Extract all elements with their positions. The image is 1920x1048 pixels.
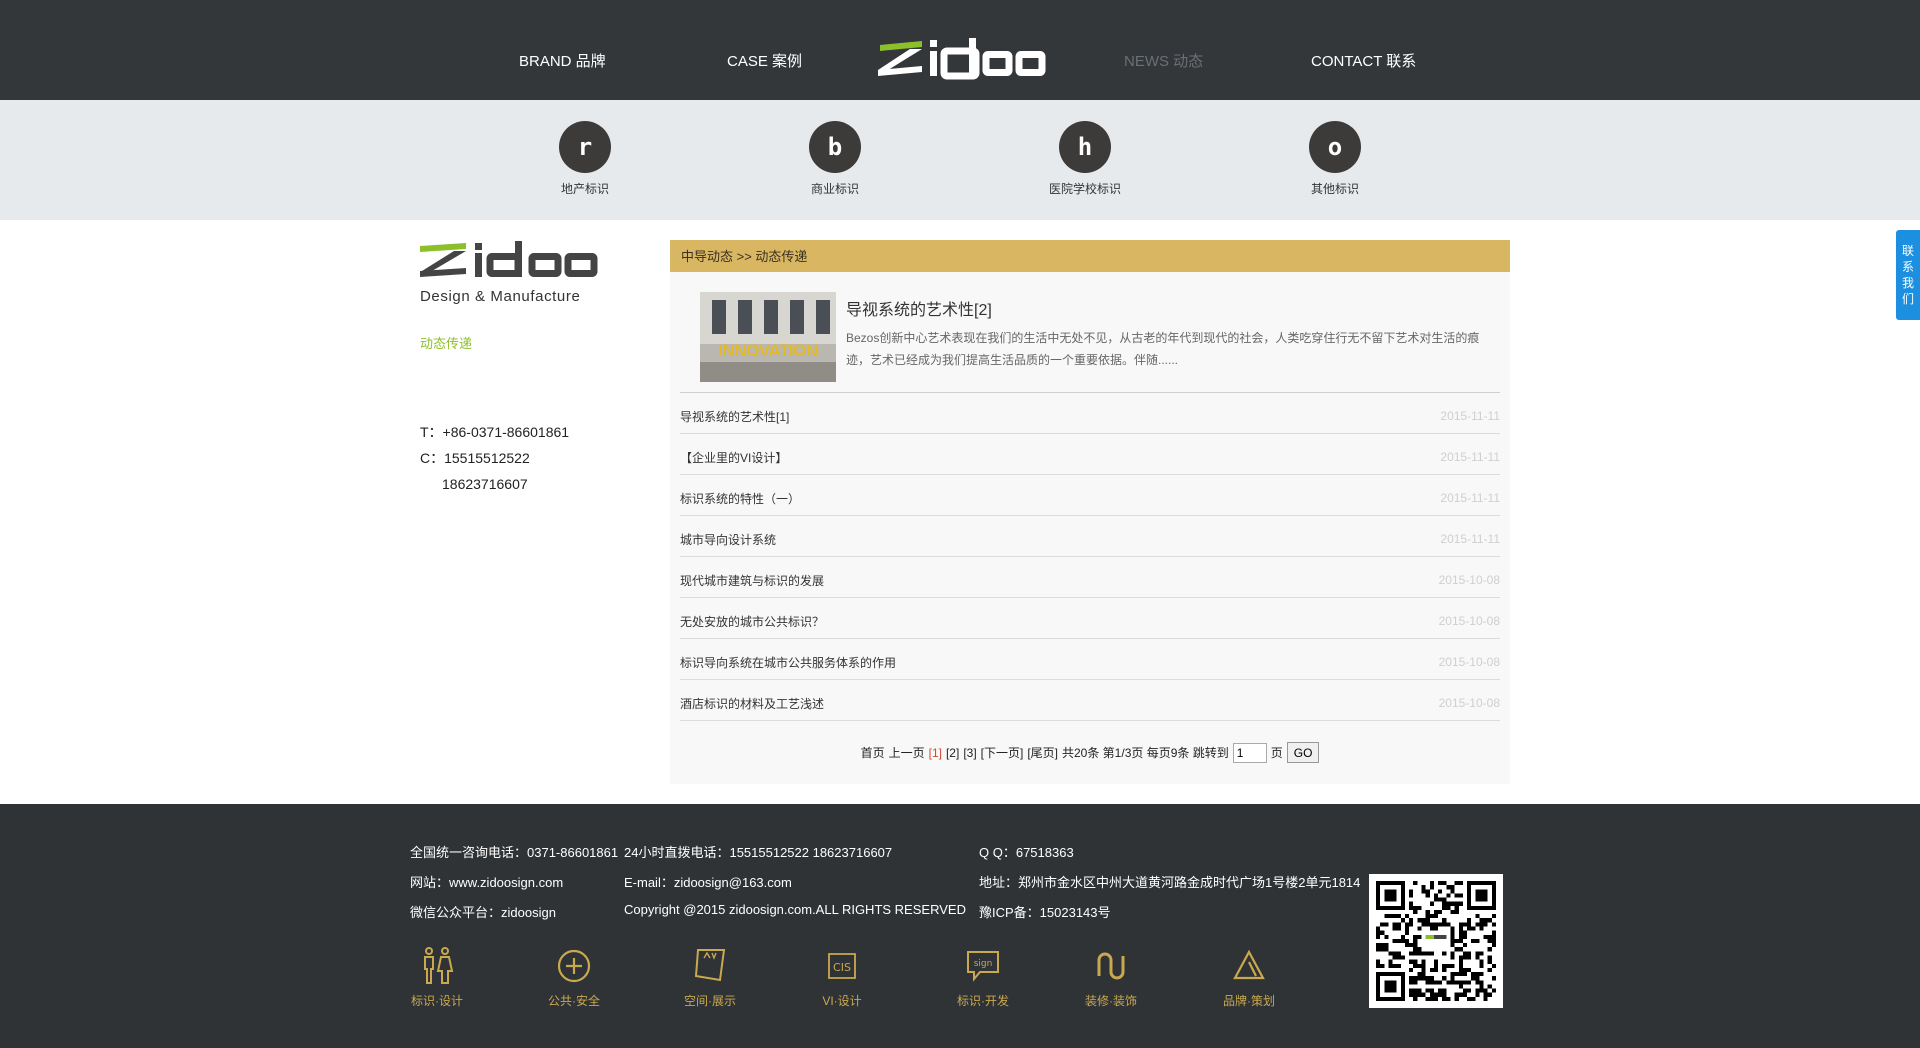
go-button[interactable]: GO <box>1286 742 1320 763</box>
category-hospital-school[interactable]: h 医院学校标识 <box>1030 121 1140 197</box>
list-item[interactable]: 标识导向系统在城市公共服务体系的作用 2015-10-08 <box>680 639 1500 680</box>
pagination: 首页 上一页 [1] [2] [3] [下一页] [尾页] 共20条 第1/3页… <box>670 742 1510 763</box>
decoration-icon[interactable]: 装修·装饰 <box>1061 946 1161 1009</box>
news-title[interactable]: 【企业里的VI设计】 <box>680 449 787 466</box>
pager-summary: 共20条 第1/3页 每页9条 跳转到 <box>1062 746 1229 760</box>
pager-prev[interactable]: 上一页 <box>889 744 925 761</box>
float-tab-char: 我 <box>1901 276 1914 290</box>
footer-icp: 豫ICP备：15023143号 <box>979 905 1111 920</box>
footer: 全国统一咨询电话：0371-86601861 24小时直拨电话：15515512… <box>0 804 1920 1048</box>
category-circle-icon: o <box>1309 121 1361 173</box>
category-label: 商业标识 <box>810 182 859 196</box>
pager-unit: 页 <box>1270 746 1283 760</box>
nav-news-link[interactable]: NEWS 动态 <box>1124 50 1203 71</box>
svg-text:INNOVATION: INNOVATION <box>718 341 817 360</box>
footer-email[interactable]: E-mail：zidoosign@163.com <box>624 872 792 891</box>
news-date: 2015-11-11 <box>1440 491 1500 505</box>
category-label: 其他标识 <box>1310 182 1359 196</box>
news-date: 2015-11-11 <box>1440 450 1500 464</box>
nav-case-link[interactable]: CASE 案例 <box>727 50 802 71</box>
page-jump-input[interactable] <box>1232 742 1267 763</box>
sidebar-tel: T：+86-0371-86601861 <box>420 424 570 440</box>
float-tab-char: 系 <box>1901 260 1914 274</box>
list-item[interactable]: 无处安放的城市公共标识？ 2015-10-08 <box>680 598 1500 639</box>
restroom-sign-icon[interactable]: 标识·设计 <box>387 946 487 1009</box>
sidebar-tagline: Design & Manufacture <box>420 288 581 305</box>
news-content-panel: 中导动态 >> 动态传递 INNOVATION 导视系统的艺术性[2] Bezo… <box>670 240 1510 784</box>
news-title[interactable]: 酒店标识的材料及工艺浅述 <box>680 695 824 712</box>
pager-next[interactable]: [下一页] <box>981 744 1024 761</box>
featured-thumbnail[interactable]: INNOVATION <box>700 292 836 382</box>
svg-text:CIS: CIS <box>833 961 851 974</box>
category-circle-icon: b <box>809 121 861 173</box>
float-tab-char: 们 <box>1901 292 1914 306</box>
category-label: 医院学校标识 <box>1048 182 1121 196</box>
triangle-icon[interactable]: 品牌·策划 <box>1199 946 1299 1009</box>
news-date: 2015-10-08 <box>1438 696 1500 710</box>
footer-copyright: Copyright @2015 zidoosign.com.ALL RIGHTS… <box>624 902 966 917</box>
featured-title[interactable]: 导视系统的艺术性[2] <box>846 296 992 320</box>
news-date: 2015-10-08 <box>1438 614 1500 628</box>
news-title[interactable]: 现代城市建筑与标识的发展 <box>680 572 824 589</box>
footer-website[interactable]: 网站：www.zidoosign.com <box>410 872 563 891</box>
news-title[interactable]: 城市导向设计系统 <box>680 531 776 548</box>
list-item[interactable]: 城市导向设计系统 2015-11-11 <box>680 516 1500 557</box>
sidebar-mobile-1: C：15515512522 <box>420 450 530 466</box>
category-label: 地产标识 <box>560 182 609 196</box>
category-real-estate[interactable]: r 地产标识 <box>530 121 640 197</box>
news-list: 导视系统的艺术性[1] 2015-11-11 【企业里的VI设计】 2015-11-… <box>680 393 1500 721</box>
news-title[interactable]: 无处安放的城市公共标识？ <box>680 613 824 630</box>
news-date: 2015-11-11 <box>1440 532 1500 546</box>
contact-us-float-tab[interactable]: 联系我们 <box>1896 230 1920 320</box>
list-item[interactable]: 标识系统的特性（一） 2015-11-11 <box>680 475 1500 516</box>
category-other[interactable]: o 其他标识 <box>1280 121 1390 197</box>
pager-page-3[interactable]: [3] <box>963 746 976 760</box>
footer-hotline: 全国统一咨询电话：0371-86601861 <box>410 845 619 860</box>
svg-text:sign: sign <box>974 959 993 969</box>
news-date: 2015-10-08 <box>1438 655 1500 669</box>
zidoo-logo[interactable] <box>876 36 1046 82</box>
plus-circle-icon[interactable]: 公共·安全 <box>524 946 624 1009</box>
float-tab-char: 联 <box>1901 244 1914 258</box>
news-date: 2015-11-11 <box>1440 409 1500 423</box>
display-frame-icon[interactable]: 空间·展示 <box>660 946 760 1009</box>
sidebar-link-news-delivery[interactable]: 动态传递 <box>420 333 472 352</box>
footer-qq: Q Q：67518363 <box>979 845 1074 860</box>
list-item[interactable]: 导视系统的艺术性[1] 2015-11-11 <box>680 393 1500 434</box>
nav-brand-link[interactable]: BRAND 品牌 <box>519 50 606 71</box>
pager-last[interactable]: [尾页] <box>1027 744 1058 761</box>
footer-address: 地址：郑州市金水区中州大道黄河路金成时代广场1号楼2单元1814 <box>979 875 1361 890</box>
footer-wechat: 微信公众平台：zidoosign <box>410 905 556 920</box>
featured-article[interactable]: INNOVATION 导视系统的艺术性[2] Bezos创新中心艺术表现在我们的… <box>700 292 1500 386</box>
footer-hotline-24h: 24小时直拨电话：15515512522 18623716607 <box>624 845 893 860</box>
category-circle-icon: r <box>559 121 611 173</box>
featured-description: Bezos创新中心艺术表现在我们的生活中无处不见，从古老的年代到现代的社会，人类… <box>846 331 1480 367</box>
breadcrumb: 中导动态 >> 动态传递 <box>670 240 1510 272</box>
pager-page-1[interactable]: [1] <box>929 746 942 760</box>
qr-code <box>1369 874 1503 1008</box>
nav-contact-link[interactable]: CONTACT 联系 <box>1311 50 1416 71</box>
sidebar-contact: T：+86-0371-86601861 C：15515512522 186237… <box>420 419 569 497</box>
sidebar-logo <box>420 241 598 277</box>
category-commercial[interactable]: b 商业标识 <box>780 121 890 197</box>
pager-first[interactable]: 首页 <box>861 744 885 761</box>
top-navigation: BRAND 品牌 CASE 案例 NEWS 动态 CONTACT 联系 <box>0 0 1920 100</box>
cis-tag-icon[interactable]: CIS VI·设计 <box>792 946 892 1009</box>
news-date: 2015-10-08 <box>1438 573 1500 587</box>
category-circle-icon: h <box>1059 121 1111 173</box>
category-bar: r 地产标识 b 商业标识 h 医院学校标识 o 其他标识 <box>0 100 1920 220</box>
pager-page-2[interactable]: [2] <box>946 746 959 760</box>
news-title[interactable]: 导视系统的艺术性[1] <box>680 408 789 425</box>
sidebar-mobile-2: 18623716607 <box>442 476 528 492</box>
list-item[interactable]: 现代城市建筑与标识的发展 2015-10-08 <box>680 557 1500 598</box>
list-item[interactable]: 【企业里的VI设计】 2015-11-11 <box>680 434 1500 475</box>
news-title[interactable]: 标识系统的特性（一） <box>680 490 800 507</box>
list-item[interactable]: 酒店标识的材料及工艺浅述 2015-10-08 <box>680 680 1500 721</box>
news-title[interactable]: 标识导向系统在城市公共服务体系的作用 <box>680 654 896 671</box>
sign-bubble-icon[interactable]: sign 标识·开发 <box>933 946 1033 1009</box>
